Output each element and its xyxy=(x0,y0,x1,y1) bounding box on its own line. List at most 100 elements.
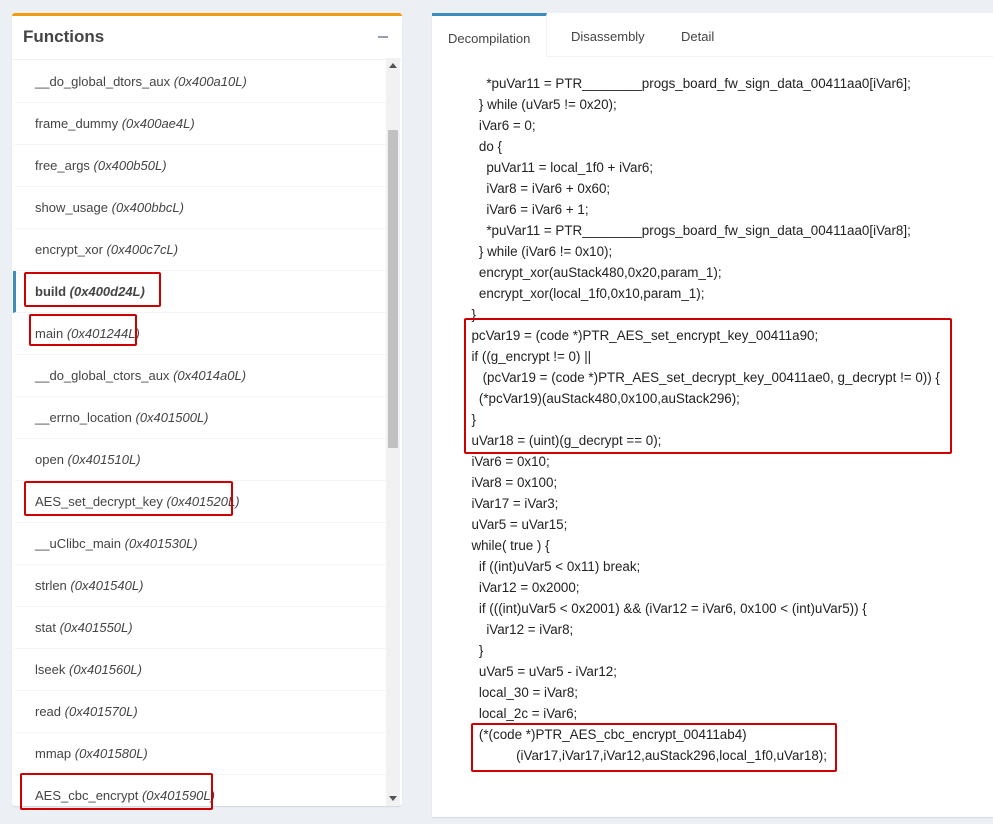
function-item[interactable]: free_args (0x400b50L) xyxy=(13,145,386,187)
code-line: if ((int)uVar5 < 0x11) break; xyxy=(464,559,641,574)
function-name: mmap xyxy=(35,746,72,761)
function-name: __uClibc_main xyxy=(35,536,121,551)
function-address: (0x401244L) xyxy=(66,326,140,341)
function-item[interactable]: AES_set_decrypt_key (0x401520L) xyxy=(13,481,386,523)
code-line: } while (uVar5 != 0x20); xyxy=(464,97,617,112)
function-item[interactable]: show_usage (0x400bbcL) xyxy=(13,187,386,229)
function-name: show_usage xyxy=(35,200,108,215)
function-name: AES_set_decrypt_key xyxy=(35,494,163,509)
function-address: (0x401540L) xyxy=(70,578,144,593)
function-item[interactable]: __do_global_dtors_aux (0x400a10L) xyxy=(13,61,386,103)
function-item[interactable]: __uClibc_main (0x401530L) xyxy=(13,523,386,565)
code-line: if (((int)uVar5 < 0x2001) && (iVar12 = i… xyxy=(464,601,867,616)
code-line: iVar6 = 0; xyxy=(464,118,536,133)
decompiled-code: *puVar11 = PTR________progs_board_fw_sig… xyxy=(432,13,993,817)
code-line: encrypt_xor(auStack480,0x20,param_1); xyxy=(464,265,722,280)
function-name: main xyxy=(35,326,64,341)
code-line: uVar18 = (uint)(g_decrypt == 0); xyxy=(464,433,662,448)
function-name: frame_dummy xyxy=(35,116,119,131)
code-line: iVar8 = 0x100; xyxy=(464,475,558,490)
function-address: (0x4014a0L) xyxy=(173,368,247,383)
tab-disassembly[interactable]: Disassembly xyxy=(555,13,661,57)
function-name: free_args xyxy=(35,158,90,173)
function-name: strlen xyxy=(35,578,67,593)
tab-detail[interactable]: Detail xyxy=(665,13,730,57)
function-name: lseek xyxy=(35,662,66,677)
function-item[interactable]: stat (0x401550L) xyxy=(13,607,386,649)
scroll-down-arrow-icon[interactable] xyxy=(389,796,397,801)
code-line: iVar12 = 0x2000; xyxy=(464,580,580,595)
code-line: (iVar17,iVar17,iVar12,auStack296,local_1… xyxy=(464,748,827,763)
code-line: (*pcVar19)(auStack480,0x100,auStack296); xyxy=(464,391,740,406)
function-address: (0x400bbcL) xyxy=(111,200,184,215)
code-line: do { xyxy=(464,139,502,154)
function-name: read xyxy=(35,704,62,719)
code-line: local_2c = iVar6; xyxy=(464,706,578,721)
function-item[interactable]: AES_cbc_encrypt (0x401590L) xyxy=(13,775,386,806)
function-item[interactable]: encrypt_xor (0x400c7cL) xyxy=(13,229,386,271)
function-address: (0x400d24L) xyxy=(69,284,145,299)
function-address: (0x400a10L) xyxy=(173,74,247,89)
functions-scrollbar[interactable] xyxy=(386,58,400,806)
code-line: } xyxy=(464,307,476,322)
function-item[interactable]: open (0x401510L) xyxy=(13,439,386,481)
code-line: uVar5 = uVar15; xyxy=(464,517,568,532)
function-name: encrypt_xor xyxy=(35,242,103,257)
function-address: (0x401530L) xyxy=(124,536,198,551)
function-name: build xyxy=(35,284,67,299)
code-line: iVar17 = iVar3; xyxy=(464,496,559,511)
function-name: AES_cbc_encrypt xyxy=(35,788,139,803)
scroll-up-arrow-icon[interactable] xyxy=(389,63,397,68)
code-line: encrypt_xor(local_1f0,0x10,param_1); xyxy=(464,286,705,301)
code-line: iVar6 = 0x10; xyxy=(464,454,550,469)
function-item[interactable]: read (0x401570L) xyxy=(13,691,386,733)
function-item[interactable]: strlen (0x401540L) xyxy=(13,565,386,607)
functions-panel: Functions __do_global_dtors_aux (0x400a1… xyxy=(12,13,402,806)
code-line: (pcVar19 = (code *)PTR_AES_set_decrypt_k… xyxy=(464,370,940,385)
code-line: *puVar11 = PTR________progs_board_fw_sig… xyxy=(464,76,911,91)
functions-list: __do_global_dtors_aux (0x400a10L) frame_d… xyxy=(13,61,386,806)
code-line: } xyxy=(464,643,484,658)
function-address: (0x401520L) xyxy=(166,494,240,509)
function-address: (0x401550L) xyxy=(59,620,133,635)
function-name: open xyxy=(35,452,64,467)
code-line: *puVar11 = PTR________progs_board_fw_sig… xyxy=(464,223,911,238)
code-line: iVar12 = iVar8; xyxy=(464,622,574,637)
code-line: pcVar19 = (code *)PTR_AES_set_encrypt_ke… xyxy=(464,328,819,343)
code-tabs: Decompilation Disassembly Detail xyxy=(432,13,993,57)
code-panel: *puVar11 = PTR________progs_board_fw_sig… xyxy=(432,13,993,817)
function-name: __do_global_dtors_aux xyxy=(35,74,171,89)
function-item[interactable]: mmap (0x401580L) xyxy=(13,733,386,775)
function-address: (0x401510L) xyxy=(67,452,141,467)
code-line: (*(code *)PTR_AES_cbc_encrypt_00411ab4) xyxy=(464,727,747,742)
functions-header: Functions xyxy=(12,16,402,60)
function-item[interactable]: lseek (0x401560L) xyxy=(13,649,386,691)
code-line: iVar8 = iVar6 + 0x60; xyxy=(464,181,611,196)
function-item[interactable]: __do_global_ctors_aux (0x4014a0L) xyxy=(13,355,386,397)
function-item[interactable]: __errno_location (0x401500L) xyxy=(13,397,386,439)
function-address: (0x401500L) xyxy=(135,410,209,425)
function-address: (0x401580L) xyxy=(74,746,148,761)
function-address: (0x400b50L) xyxy=(93,158,167,173)
scroll-thumb[interactable] xyxy=(388,130,398,448)
code-line: } xyxy=(464,412,476,427)
function-address: (0x401560L) xyxy=(68,662,142,677)
function-name: __do_global_ctors_aux xyxy=(35,368,170,383)
function-item[interactable]: main (0x401244L) xyxy=(13,313,386,355)
function-item[interactable]: build (0x400d24L) xyxy=(13,271,386,313)
code-line: puVar11 = local_1f0 + iVar6; xyxy=(464,160,654,175)
collapse-minus-icon[interactable] xyxy=(378,36,388,38)
function-name: stat xyxy=(35,620,56,635)
code-line: iVar6 = iVar6 + 1; xyxy=(464,202,589,217)
function-address: (0x401570L) xyxy=(64,704,138,719)
tab-decompilation[interactable]: Decompilation xyxy=(432,13,548,57)
code-line: if ((g_encrypt != 0) || xyxy=(464,349,592,364)
functions-title: Functions xyxy=(23,27,105,46)
code-line: } while (iVar6 != 0x10); xyxy=(464,244,613,259)
code-line: uVar5 = uVar5 - iVar12; xyxy=(464,664,617,679)
code-line: while( true ) { xyxy=(464,538,550,553)
function-name: __errno_location xyxy=(35,410,132,425)
code-line: local_30 = iVar8; xyxy=(464,685,579,700)
function-item[interactable]: frame_dummy (0x400ae4L) xyxy=(13,103,386,145)
function-address: (0x400ae4L) xyxy=(121,116,195,131)
